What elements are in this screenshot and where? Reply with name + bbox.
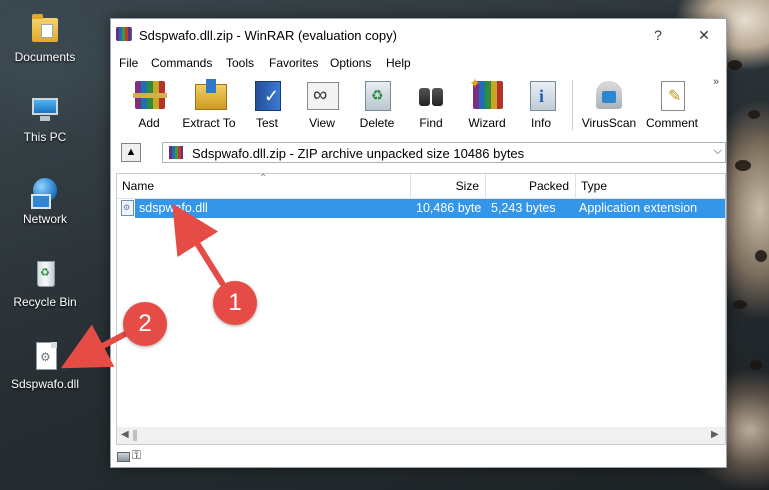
annotation-arrow-1 [172, 203, 225, 286]
annotation-arrow-2 [60, 324, 130, 369]
annotation-arrows [60, 203, 225, 369]
dll-file-icon [121, 200, 134, 216]
annotation-callout-2: 2 [123, 302, 167, 346]
annotation-callout-1: 1 [213, 281, 257, 325]
